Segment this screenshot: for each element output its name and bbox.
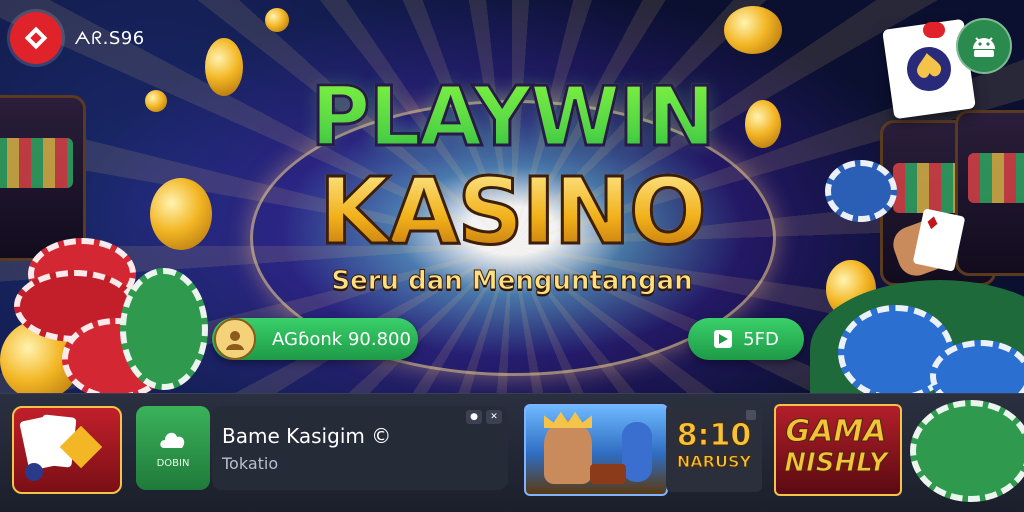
game-title-line1: GAMA [785, 414, 887, 450]
playing-cards-icon [19, 414, 103, 481]
android-download-button[interactable] [956, 18, 1012, 74]
balance-button[interactable]: AGɓonk 90.800 [212, 318, 418, 360]
time-text: 8:10 [676, 418, 752, 454]
gold-coin [265, 8, 289, 32]
brand-code: ᗅᖇ.S96 [74, 28, 145, 49]
cards-app-tile[interactable] [12, 406, 122, 494]
cloud-icon [160, 432, 185, 448]
green-tile-label: DOBIN [156, 457, 190, 469]
man-character [622, 422, 652, 482]
record-control-icon[interactable]: ● [466, 410, 482, 424]
diamond-card-icon [24, 26, 48, 50]
android-icon [973, 37, 995, 57]
balance-label: AGɓonk 90.800 [272, 328, 411, 350]
app-info-panel[interactable] [212, 406, 508, 490]
crown-icon [544, 411, 592, 428]
notification-badge [923, 22, 945, 38]
game-thumbnail[interactable] [524, 404, 668, 496]
green-app-tile[interactable]: DOBIN [136, 406, 210, 490]
user-avatar-icon [226, 331, 244, 350]
hero-subtitle: Seru dan Menguntangan [331, 266, 693, 297]
treasure-box [590, 464, 626, 484]
app-subtitle: Tokatio [222, 454, 279, 473]
avatar [214, 318, 256, 360]
time-subtext: NARUSY [676, 452, 752, 472]
play-button[interactable]: 5FD [688, 318, 804, 360]
play-store-icon [714, 330, 733, 348]
green-chip-stack [910, 400, 1024, 502]
app-title: Bame Kasigim © [222, 424, 392, 448]
casino-banner: ♦ ᗅᖇ.S96 PLAYWIN KASINO Seru dan Mengunt… [0, 0, 1024, 512]
app-logo-button[interactable] [10, 12, 62, 64]
mini-control-icon[interactable] [746, 410, 756, 420]
window-controls: ● ✕ [466, 410, 502, 424]
close-icon[interactable]: ✕ [486, 410, 502, 424]
play-button-label: 5FD [743, 328, 779, 350]
hero-title-line2: KASINO [0, 157, 1024, 267]
king-character [544, 420, 592, 484]
game-title-line2: NISHLY [784, 448, 888, 479]
hero-title-line1: PLAYWIN [0, 69, 1024, 167]
gold-coin [724, 6, 782, 54]
